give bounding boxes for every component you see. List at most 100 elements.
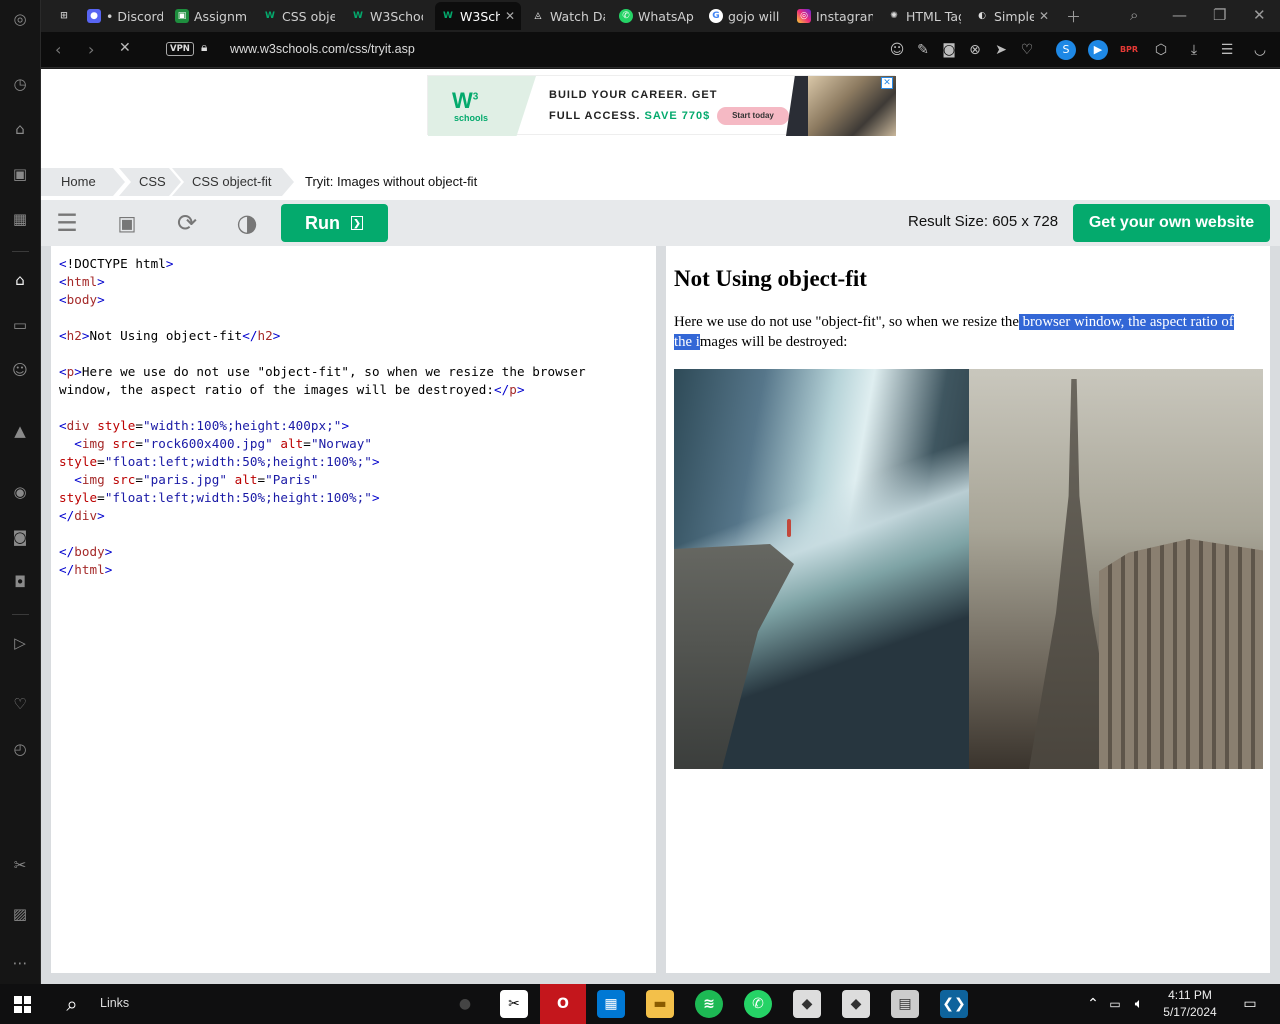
- extension-red-icon[interactable]: BPR: [1119, 40, 1139, 60]
- menu-icon[interactable]: ☰: [53, 209, 81, 237]
- code-line: <div style="width:100%;height:400px;">: [59, 418, 350, 433]
- history-icon[interactable]: ◴: [9, 738, 31, 760]
- breadcrumb-home[interactable]: Home: [41, 168, 125, 196]
- breadcrumb-css[interactable]: CSS: [119, 168, 181, 196]
- whatsapp-taskbar-icon[interactable]: ✆: [744, 990, 772, 1018]
- minimize-icon[interactable]: —: [1172, 6, 1187, 24]
- twitch-icon[interactable]: ▣: [9, 163, 31, 185]
- ad-logo-superscript: 3: [472, 91, 479, 103]
- ad-close-icon[interactable]: ✕: [881, 77, 893, 89]
- tray-chevron-icon[interactable]: ⌃: [1084, 990, 1102, 1018]
- ad-headline-2: FULL ACCESS. SAVE 770$: [549, 110, 710, 122]
- tab-2[interactable]: ▣ Assignme: [169, 2, 253, 30]
- lock-icon[interactable]: 🔒︎: [201, 40, 207, 55]
- notifications-icon[interactable]: ▭: [1236, 990, 1264, 1018]
- discord-sidebar-icon[interactable]: ◘: [9, 571, 31, 593]
- editor-workarea: <!DOCTYPE html> <html> <body> <h2>Not Us…: [41, 246, 1280, 984]
- tab-9[interactable]: ◎ Instagram: [791, 2, 879, 30]
- file-explorer-icon[interactable]: ▬: [646, 990, 674, 1018]
- more-icon[interactable]: ⋯: [9, 952, 31, 974]
- back-icon[interactable]: ‹: [55, 40, 61, 59]
- rotate-layout-icon[interactable]: ⟳: [173, 209, 201, 237]
- tab-4[interactable]: W W3School: [345, 2, 429, 30]
- extensions-cube-icon[interactable]: ⬡: [1151, 40, 1171, 60]
- whatsapp-sidebar-icon[interactable]: ◉: [9, 481, 31, 503]
- task-manager-icon[interactable]: ▤: [891, 990, 919, 1018]
- forward-icon[interactable]: ›: [88, 40, 94, 59]
- tab-search-icon[interactable]: ⌕: [1130, 6, 1138, 24]
- windows-start-icon[interactable]: [14, 996, 31, 1013]
- send-icon[interactable]: ➤: [991, 40, 1011, 60]
- taskbar-search-label[interactable]: Links: [100, 996, 129, 1010]
- volume-icon[interactable]: 🔈︎: [1130, 990, 1148, 1018]
- tab-7[interactable]: ✆ WhatsApp: [613, 2, 701, 30]
- game-library-icon[interactable]: ⌂: [9, 118, 31, 140]
- cpu-limiter-icon[interactable]: ▦: [9, 208, 31, 230]
- theme-toggle-icon[interactable]: ◑: [233, 209, 261, 237]
- save-icon[interactable]: ▣: [113, 209, 141, 237]
- profile-icon[interactable]: ◡: [1250, 40, 1270, 60]
- search-icon[interactable]: ⌕: [58, 990, 86, 1018]
- emoji-icon[interactable]: ☺: [887, 40, 907, 60]
- player-icon[interactable]: ▷: [9, 632, 31, 654]
- adblock-icon[interactable]: ⊗: [965, 40, 985, 60]
- close-window-icon[interactable]: ✕: [1253, 6, 1266, 24]
- tab-title: Simple: [994, 8, 1034, 24]
- code-editor[interactable]: <!DOCTYPE html> <html> <body> <h2>Not Us…: [51, 246, 656, 973]
- tab-6[interactable]: ◬ Watch Dat: [525, 2, 611, 30]
- close-tab-icon[interactable]: ✕: [505, 9, 515, 23]
- gallery-icon[interactable]: ▨: [9, 903, 31, 925]
- easy-setup-icon[interactable]: ☰: [1217, 40, 1237, 60]
- stop-loading-icon[interactable]: ✕: [119, 40, 131, 56]
- tab-11[interactable]: ◐ Simple ✕: [969, 2, 1055, 30]
- network-icon[interactable]: ▭: [1106, 990, 1124, 1018]
- roblox-studio-icon[interactable]: ◆: [842, 990, 870, 1018]
- mic-icon[interactable]: ●: [451, 990, 479, 1018]
- code-line: </html>: [59, 562, 113, 577]
- capcut-taskbar-icon[interactable]: ✂: [500, 990, 528, 1018]
- restore-icon[interactable]: ❐: [1213, 6, 1226, 24]
- sidebar-divider: [12, 614, 29, 615]
- edit-icon[interactable]: ✎: [913, 40, 933, 60]
- tab-3[interactable]: W CSS object: [257, 2, 341, 30]
- new-tab-icon[interactable]: ＋: [1066, 6, 1081, 27]
- result-frame[interactable]: Not Using object-fit Here we use do not …: [666, 246, 1270, 973]
- camera-icon[interactable]: ◙: [939, 40, 959, 60]
- home-icon[interactable]: ⌂: [9, 269, 31, 291]
- instagram-sidebar-icon[interactable]: ◙: [9, 526, 31, 548]
- advertisement-banner[interactable]: W3 schools BUILD YOUR CAREER. GET FULL A…: [427, 75, 896, 136]
- roblox-icon[interactable]: ◆: [793, 990, 821, 1018]
- heart-icon[interactable]: ♡: [9, 693, 31, 715]
- ad-start-button[interactable]: Start today: [717, 107, 789, 125]
- run-button[interactable]: Run ❯: [281, 204, 388, 242]
- breadcrumb-object-fit[interactable]: CSS object-fit: [172, 168, 294, 196]
- result-heading: Not Using object-fit: [674, 266, 867, 291]
- whatsapp-icon: ✆: [619, 9, 633, 23]
- capcut-icon[interactable]: ✂: [9, 854, 31, 876]
- extension-blue-icon[interactable]: S: [1056, 40, 1076, 60]
- get-website-button[interactable]: Get your own website: [1073, 204, 1270, 242]
- tab-5-active[interactable]: W W3Sch ✕: [435, 2, 521, 30]
- vscode-icon[interactable]: ❮❯: [940, 990, 968, 1018]
- speed-dial-icon[interactable]: ◷: [9, 73, 31, 95]
- tab-title: Watch Dat: [550, 8, 605, 24]
- tab-8[interactable]: G gojo will r: [703, 2, 789, 30]
- spotify-icon[interactable]: ≋: [695, 990, 723, 1018]
- store-icon[interactable]: ▦: [597, 990, 625, 1018]
- extension-play-icon[interactable]: ▶: [1088, 40, 1108, 60]
- controller-icon[interactable]: ▭: [9, 314, 31, 336]
- url-field[interactable]: www.w3schools.com/css/tryit.asp: [230, 42, 415, 56]
- tab-10[interactable]: ✺ HTML Tag: [881, 2, 967, 30]
- download-icon[interactable]: ⤓: [1184, 40, 1204, 60]
- run-label: Run: [305, 213, 340, 233]
- opera-taskbar-icon[interactable]: O: [540, 984, 586, 1024]
- aria-icon[interactable]: ▲: [9, 420, 31, 442]
- opera-logo-icon[interactable]: ◎: [9, 8, 31, 30]
- close-tab-icon[interactable]: ✕: [1039, 9, 1049, 23]
- smiley-icon[interactable]: ☺: [9, 359, 31, 381]
- tab-0[interactable]: ⊞: [51, 2, 79, 30]
- vpn-badge[interactable]: VPN: [166, 42, 194, 56]
- heart-icon[interactable]: ♡: [1017, 40, 1037, 60]
- taskbar-clock[interactable]: 4:11 PM 5/17/2024: [1150, 987, 1230, 1021]
- tab-1[interactable]: ● • Discord |: [81, 2, 169, 30]
